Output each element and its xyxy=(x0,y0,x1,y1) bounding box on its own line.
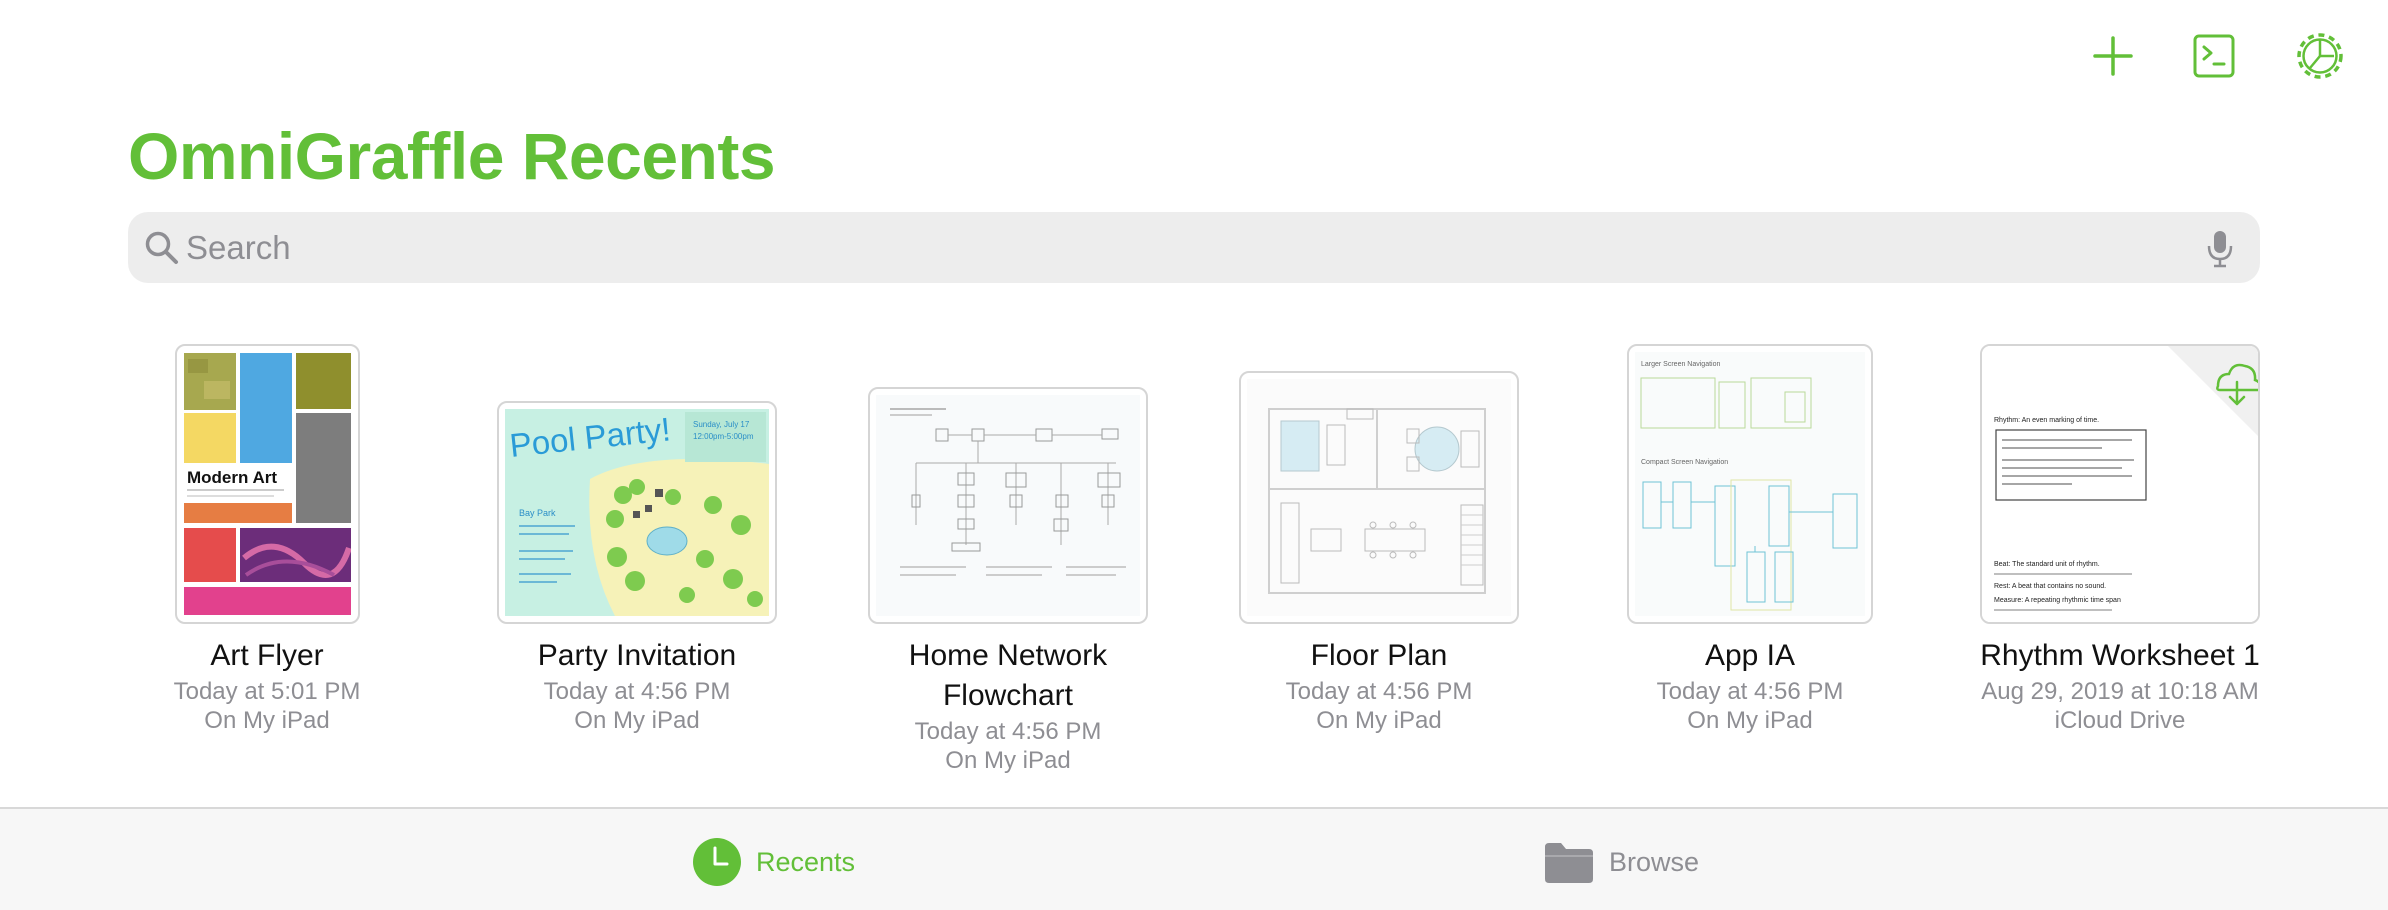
tab-label: Recents xyxy=(756,846,856,877)
document-location: On My iPad xyxy=(1687,707,1813,734)
document-thumbnail xyxy=(868,387,1148,624)
add-document-button[interactable] xyxy=(2083,26,2143,86)
search-input[interactable] xyxy=(186,220,2136,275)
document-thumbnail xyxy=(1239,371,1519,624)
document-thumbnail: Rhythm: An even marking of time. Beat: T… xyxy=(1980,344,2260,624)
document-thumbnail: Larger Screen Navigation Compact Screen … xyxy=(1627,344,1873,624)
page-title: OmniGraffle Recents xyxy=(128,119,776,193)
document-title: App IA xyxy=(1704,639,1796,672)
tab-browse[interactable]: Browse xyxy=(1543,837,1699,887)
document-title: Floor Plan xyxy=(1310,639,1448,672)
settings-button[interactable] xyxy=(2290,26,2350,86)
document-date: Today at 4:56 PM xyxy=(1285,678,1473,705)
document-title: Home Network Flowchart xyxy=(908,639,1108,712)
document-title: Rhythm Worksheet 1 xyxy=(1980,639,2260,672)
plus-icon xyxy=(2093,36,2133,76)
document-date: Today at 4:56 PM xyxy=(914,718,1102,745)
thumbnail-text: Rest: A beat that contains no sound. xyxy=(1994,583,2106,590)
terminal-icon xyxy=(2193,34,2235,78)
clock-icon xyxy=(693,838,741,886)
document-title: Party Invitation xyxy=(537,639,737,672)
document-thumbnail: Sunday, July 17 12:00pm-5:00pm Pool Part… xyxy=(497,401,777,624)
thumbnail-text: Rhythm: An even marking of time. xyxy=(1994,417,2099,424)
tab-label: Browse xyxy=(1609,846,1700,877)
folder-icon xyxy=(1545,843,1593,883)
thumbnail-text: Beat: The standard unit of rhythm. xyxy=(1994,561,2100,568)
document-location: On My iPad xyxy=(945,747,1071,774)
search-bar[interactable] xyxy=(128,212,2260,283)
document-date: Today at 4:56 PM xyxy=(543,678,731,705)
microphone-icon[interactable] xyxy=(2200,228,2240,268)
thumbnail-section-label: Compact Screen Navigation xyxy=(1641,459,1728,466)
document-location: On My iPad xyxy=(1316,707,1442,734)
document-date: Today at 5:01 PM xyxy=(173,678,361,705)
document-location: On My iPad xyxy=(574,707,700,734)
thumbnail-text: Measure: A repeating rhythmic time span xyxy=(1994,597,2121,604)
gear-icon xyxy=(2297,33,2343,79)
thumbnail-heading: Modern Art xyxy=(187,468,277,487)
search-icon xyxy=(145,231,178,264)
thumbnail-section-label: Larger Screen Navigation xyxy=(1641,361,1720,368)
document-location: On My iPad xyxy=(204,707,330,734)
document-title: Art Flyer xyxy=(210,639,324,672)
tab-recents[interactable]: Recents xyxy=(692,837,855,887)
tab-bar: Recents Browse xyxy=(0,807,2388,910)
thumbnail-date: Sunday, July 17 xyxy=(693,420,750,429)
document-location: iCloud Drive xyxy=(2054,707,2186,734)
terminal-button[interactable] xyxy=(2184,26,2244,86)
document-thumbnail: Modern Art xyxy=(175,344,360,624)
document-date: Today at 4:56 PM xyxy=(1656,678,1844,705)
thumbnail-time: 12:00pm-5:00pm xyxy=(693,432,754,441)
document-date: Aug 29, 2019 at 10:18 AM xyxy=(1981,678,2259,705)
thumbnail-place: Bay Park xyxy=(519,508,556,518)
